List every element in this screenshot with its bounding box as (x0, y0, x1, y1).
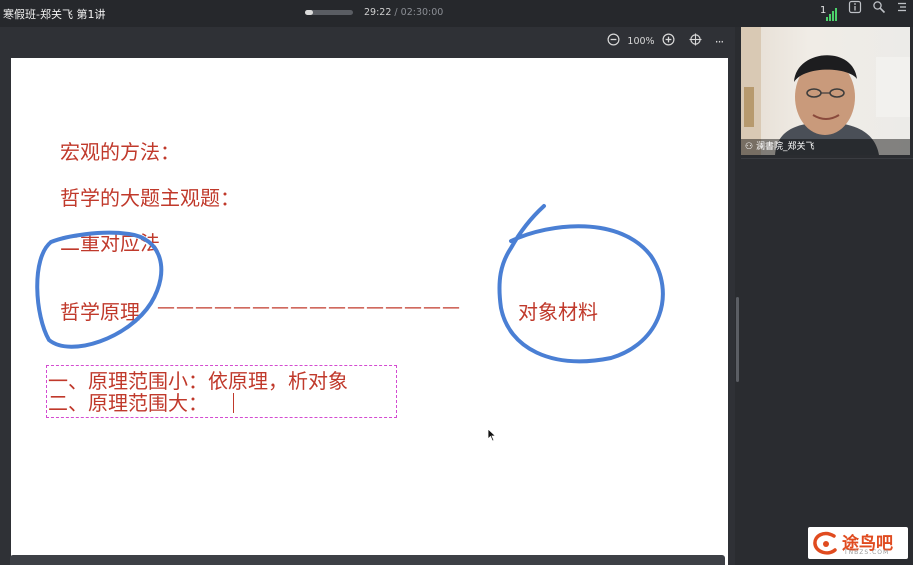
main-content-area: 100% ··· 宏观的方法： 哲学的大题主观题： 二重对应法 哲学原理 ———… (0, 27, 735, 565)
menu-icon[interactable] (893, 0, 911, 18)
tools-icon[interactable] (870, 0, 888, 18)
zoom-out-icon[interactable] (604, 33, 622, 51)
time-separator: / (394, 7, 398, 18)
teacher-avatar (741, 27, 910, 155)
mouse-pointer-icon (487, 428, 497, 442)
watermark-subtext: TNBZS.COM (844, 549, 890, 556)
watermark-logo-icon (813, 531, 837, 555)
teacher-video-feed[interactable]: ⚇ 澜書院_郑关飞 (741, 27, 910, 155)
zoom-toolbar: 100% ··· (600, 33, 730, 51)
signal-number: 1 (820, 5, 827, 16)
site-watermark: 途鸟吧 TNBZS.COM (808, 527, 908, 559)
video-name-tag: ⚇ 澜書院_郑关飞 (741, 139, 910, 155)
more-icon[interactable]: ··· (710, 33, 728, 51)
zoom-level: 100% (627, 36, 655, 47)
info-icon[interactable] (846, 0, 864, 18)
playback-progress-fill (305, 10, 314, 15)
slide-canvas[interactable]: 宏观的方法： 哲学的大题主观题： 二重对应法 哲学原理 ————————————… (11, 58, 728, 565)
video-sidebar: ⚇ 澜書院_郑关飞 (741, 27, 913, 565)
bottom-taskbar (10, 555, 725, 565)
time-total: 02:30:00 (400, 7, 444, 18)
ink-circle-left (35, 230, 164, 349)
zoom-in-icon[interactable] (659, 33, 677, 51)
fit-screen-icon[interactable] (686, 33, 704, 51)
sidebar-divider (741, 158, 913, 159)
timecode: 29:22 / 02:30:00 (364, 7, 443, 18)
top-bar: 寒假班-郑关飞 第1讲 29:22 / 02:30:00 1 (0, 0, 913, 27)
teacher-name: 澜書院_郑关飞 (755, 142, 815, 152)
signal-icon[interactable]: 1 (820, 5, 838, 21)
window-title: 寒假班-郑关飞 第1讲 (3, 8, 106, 21)
playback-progress-bar[interactable] (305, 10, 353, 15)
time-current: 29:22 (364, 7, 392, 18)
user-icon: ⚇ (745, 142, 754, 152)
ink-annotations (35, 204, 665, 364)
scrollbar-thumb[interactable] (736, 297, 739, 382)
ink-circle-right (497, 204, 665, 364)
